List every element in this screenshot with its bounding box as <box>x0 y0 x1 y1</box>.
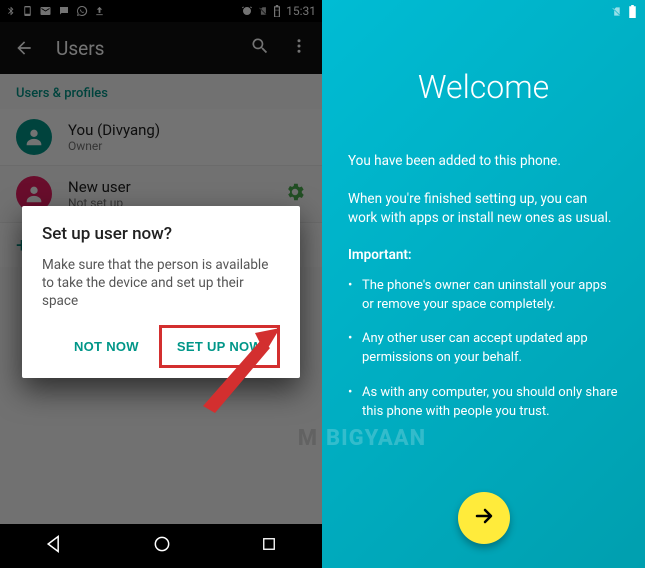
battery-icon <box>628 5 637 18</box>
dialog-body: Make sure that the person is available t… <box>42 256 280 311</box>
right-screenshot: Welcome You have been added to this phon… <box>322 0 645 568</box>
welcome-p1: You have been added to this phone. <box>348 152 619 172</box>
annotation-highlight: SET UP NOW <box>159 325 280 368</box>
welcome-p2: When you're finished setting up, you can… <box>348 190 619 229</box>
dialog-title: Set up user now? <box>42 224 280 244</box>
welcome-bullets: The phone's owner can uninstall your app… <box>348 277 619 422</box>
status-bar <box>322 0 645 22</box>
bullet-item: The phone's owner can uninstall your app… <box>348 277 619 315</box>
left-screenshot: 15:31 Users Users & profiles You (Di <box>0 0 322 568</box>
arrow-right-icon <box>472 504 496 532</box>
continue-fab[interactable] <box>458 492 510 544</box>
android-navbar <box>0 524 322 568</box>
not-now-button[interactable]: NOT NOW <box>64 325 149 368</box>
no-sim-icon <box>611 5 622 18</box>
bullet-item: Any other user can accept updated app pe… <box>348 330 619 368</box>
set-up-now-button[interactable]: SET UP NOW <box>167 331 272 362</box>
important-label: Important: <box>348 247 619 263</box>
nav-back-icon[interactable] <box>44 534 64 558</box>
bullet-item: As with any computer, you should only sh… <box>348 384 619 422</box>
welcome-title: Welcome <box>348 68 619 106</box>
nav-home-icon[interactable] <box>152 534 172 558</box>
watermark: BIGYAAN <box>326 426 426 451</box>
setup-dialog: Set up user now? Make sure that the pers… <box>22 206 300 378</box>
nav-recents-icon[interactable] <box>260 535 278 557</box>
